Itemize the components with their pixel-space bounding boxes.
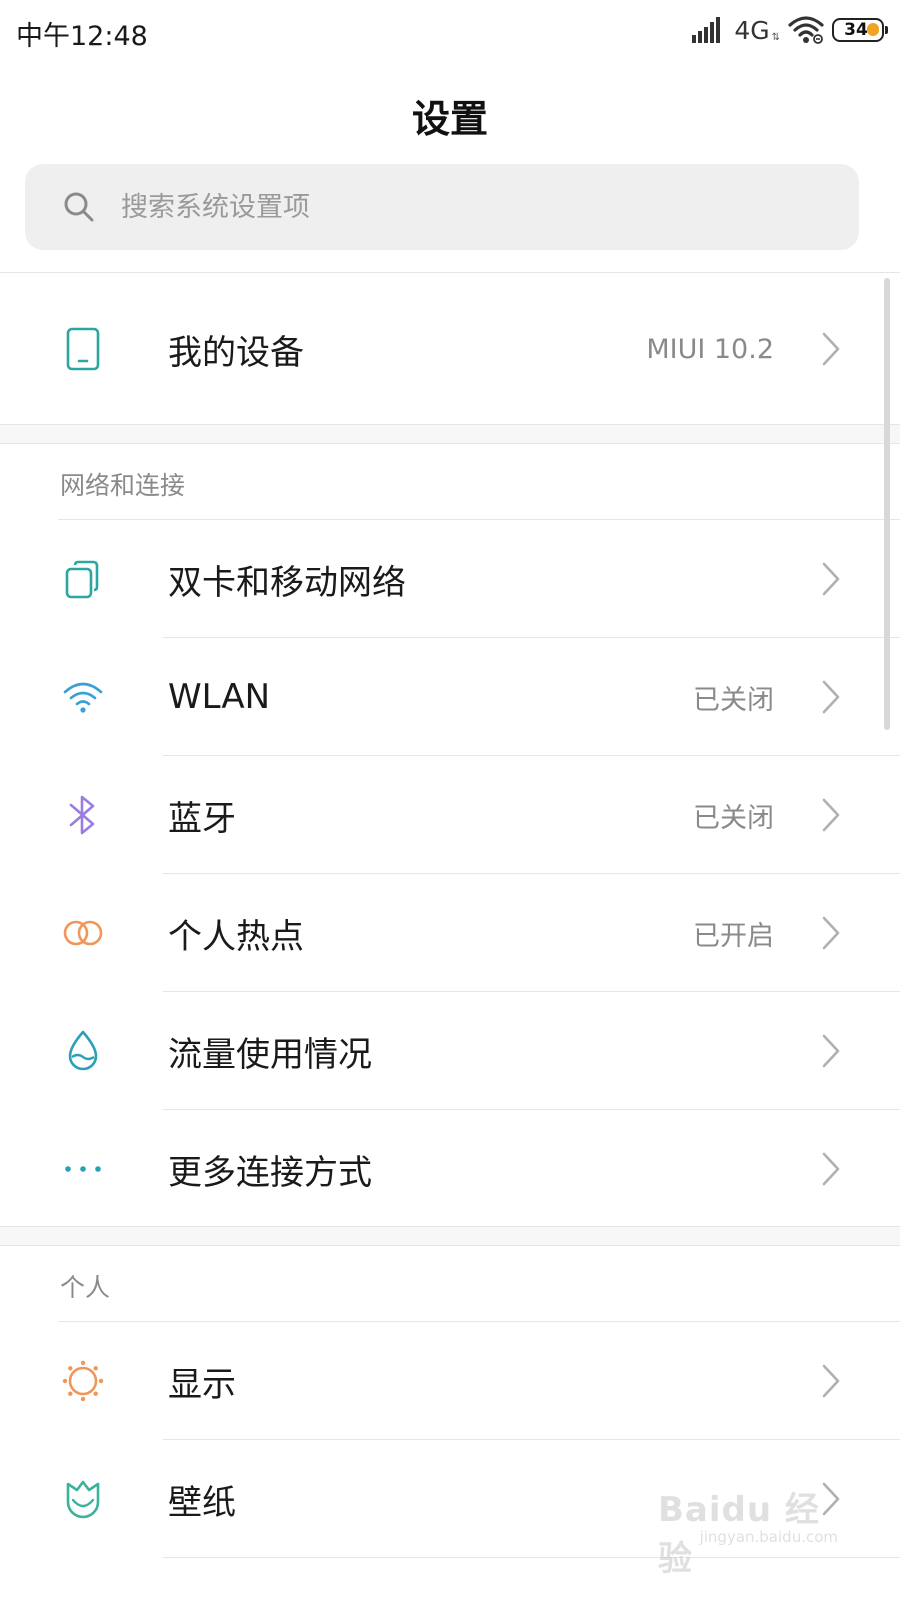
- section-gap: [0, 1226, 900, 1246]
- row-label: WLAN: [168, 677, 271, 717]
- row-label: 我的设备: [168, 332, 304, 373]
- data-usage-icon: [58, 1026, 108, 1076]
- status-time: 中午12:48: [16, 21, 148, 52]
- search-bar[interactable]: [25, 164, 859, 250]
- battery-indicator: 34: [832, 18, 888, 42]
- row-sim-mobile-network[interactable]: 双卡和移动网络: [0, 520, 900, 638]
- status-indicators: 4G ⇅ 34: [692, 12, 888, 48]
- row-value: MIUI 10.2: [646, 333, 774, 365]
- battery-tip: [885, 26, 888, 34]
- section-gap: [0, 424, 900, 444]
- section-header-personal: 个人: [60, 1273, 111, 1302]
- chevron-right-icon: [822, 1152, 840, 1186]
- battery-percent: 34: [844, 20, 868, 40]
- search-input[interactable]: [121, 191, 761, 223]
- row-label: 壁纸: [168, 1482, 236, 1523]
- row-bluetooth[interactable]: 蓝牙 已关闭: [0, 756, 900, 874]
- chevron-right-icon: [822, 916, 840, 950]
- row-label: 显示: [168, 1364, 236, 1405]
- bluetooth-icon: [58, 790, 108, 840]
- row-hotspot[interactable]: 个人热点 已开启: [0, 874, 900, 992]
- row-label: 更多连接方式: [168, 1152, 372, 1193]
- row-data-usage[interactable]: 流量使用情况: [0, 992, 900, 1110]
- data-activity-icon: ⇅: [771, 31, 780, 43]
- chevron-right-icon: [822, 798, 840, 832]
- chevron-right-icon: [822, 1364, 840, 1398]
- chevron-right-icon: [822, 1034, 840, 1068]
- row-my-device[interactable]: 我的设备 MIUI 10.2: [0, 290, 900, 408]
- battery-level: [867, 23, 879, 36]
- signal-icon: [692, 17, 721, 43]
- watermark-url: jingyan.baidu.com: [699, 1528, 838, 1546]
- section-header-network: 网络和连接: [60, 471, 186, 500]
- chevron-right-icon: [822, 562, 840, 596]
- search-icon: [64, 192, 94, 222]
- wifi-icon: [58, 672, 108, 722]
- row-display[interactable]: 显示: [0, 1322, 900, 1440]
- row-wlan[interactable]: WLAN 已关闭: [0, 638, 900, 756]
- row-label: 流量使用情况: [168, 1034, 372, 1075]
- scrollbar[interactable]: [884, 278, 890, 730]
- wallpaper-icon: [58, 1474, 108, 1524]
- display-icon: [58, 1356, 108, 1406]
- row-value: 已开启: [693, 920, 774, 952]
- watermark-logo: Baidu 经验 jingyan.baidu.com: [658, 1476, 838, 1579]
- more-icon: [58, 1144, 108, 1194]
- chevron-right-icon: [822, 332, 840, 366]
- divider: [0, 272, 900, 273]
- row-label: 蓝牙: [168, 798, 236, 839]
- row-label: 双卡和移动网络: [168, 562, 406, 603]
- settings-screen: 中午12:48 4G ⇅ 34 设置 搜索系统设置项 我的设备 MIUI 10.…: [0, 0, 900, 1600]
- row-value: 已关闭: [693, 684, 774, 716]
- phone-icon: [58, 324, 108, 374]
- status-bar: 中午12:48 4G ⇅ 34: [0, 0, 900, 62]
- page-title: 设置: [411, 97, 488, 141]
- network-type: 4G: [734, 15, 770, 45]
- wifi-status-icon: [788, 16, 824, 44]
- hotspot-icon: [58, 908, 108, 958]
- sim-cards-icon: [58, 554, 108, 604]
- row-more-connections[interactable]: 更多连接方式: [0, 1110, 900, 1228]
- row-label: 个人热点: [168, 916, 304, 957]
- chevron-right-icon: [822, 680, 840, 714]
- row-value: 已关闭: [693, 802, 774, 834]
